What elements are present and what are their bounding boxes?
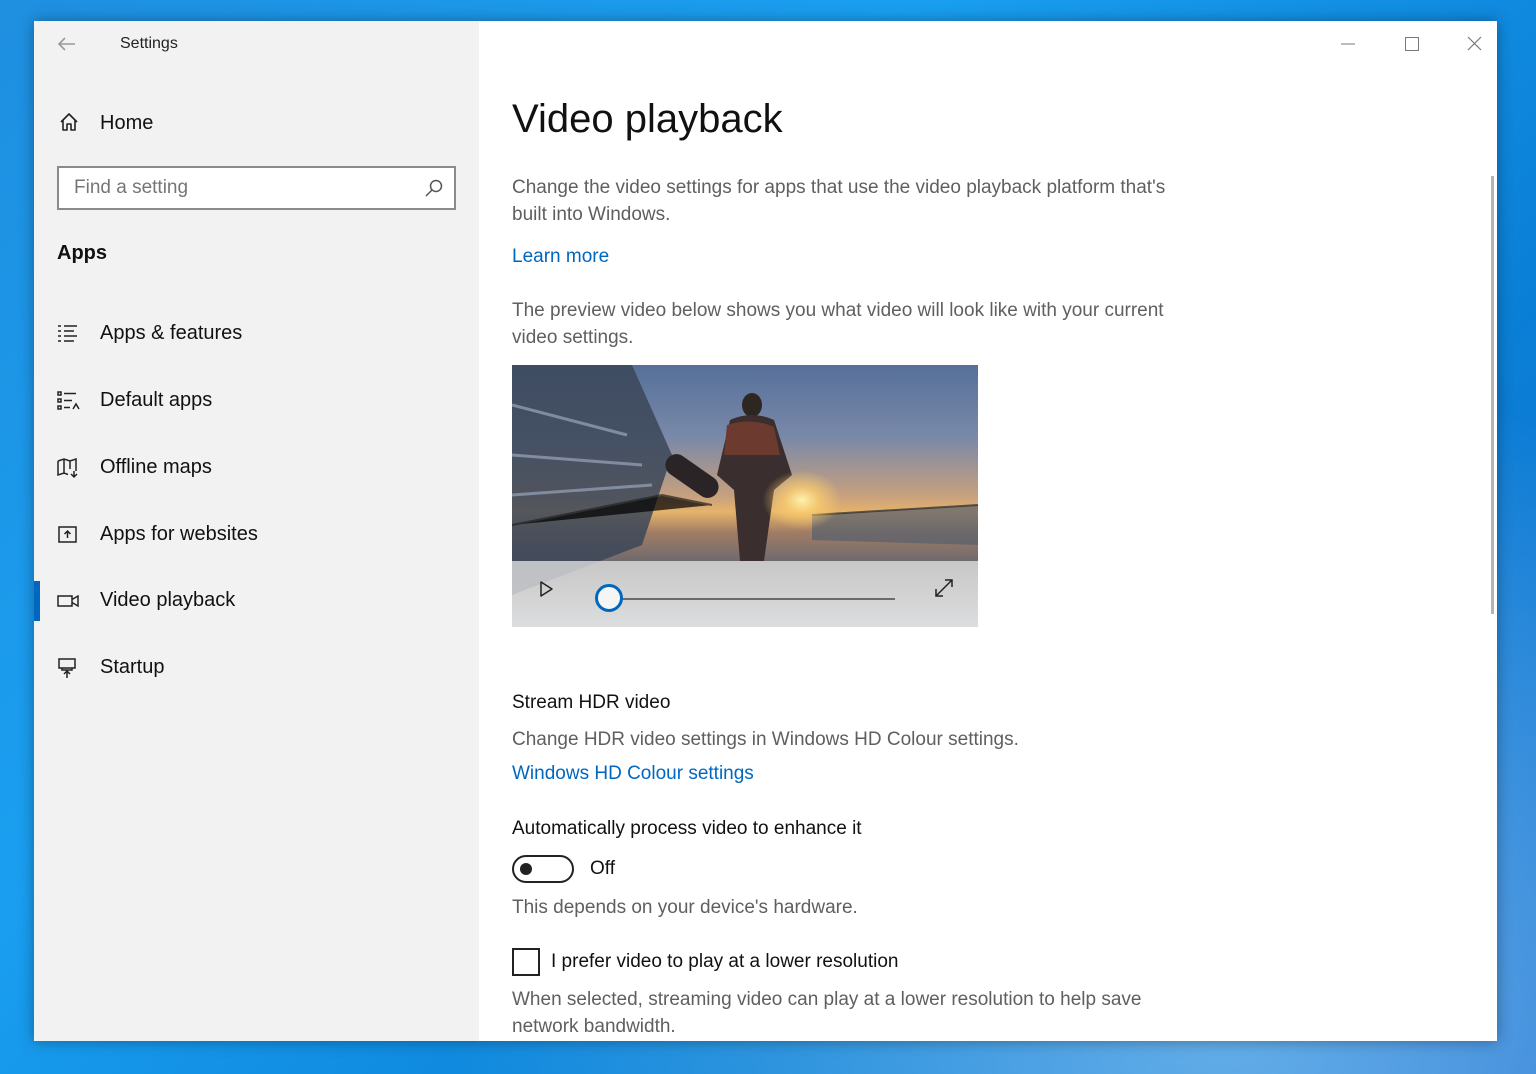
video-icon [56,590,80,612]
sidebar-item-default-apps[interactable]: Default apps [34,373,479,429]
settings-window: Settings Home Apps Apps & features Defa [34,21,1497,1041]
open-in-app-icon [56,524,80,546]
search-input[interactable] [59,168,424,208]
page-title: Video playback [512,97,783,141]
sidebar-item-label: Offline maps [100,456,212,478]
sidebar-item-label: Apps for websites [100,523,258,545]
scrollbar[interactable] [1491,176,1494,614]
sidebar: Settings Home Apps Apps & features Defa [34,21,479,1041]
content-pane: Video playback Change the video settings… [479,21,1497,1041]
hd-colour-settings-link[interactable]: Windows HD Colour settings [512,763,754,785]
sun-glare [762,470,842,530]
sidebar-item-label: Default apps [100,389,213,411]
lower-resolution-description: When selected, streaming video can play … [512,989,1142,1037]
seek-thumb[interactable] [595,584,623,612]
maximize-button[interactable] [1388,31,1434,57]
play-icon[interactable] [536,579,556,599]
hdr-heading: Stream HDR video [512,692,671,713]
sidebar-item-video-playback[interactable]: Video playback [34,573,479,629]
sidebar-item-label: Apps & features [100,322,243,344]
sidebar-item-apps-features[interactable]: Apps & features [34,306,479,362]
lower-resolution-label[interactable]: I prefer video to play at a lower resolu… [551,951,898,973]
seek-bar[interactable] [609,598,895,600]
sidebar-item-offline-maps[interactable]: Offline maps [34,440,479,496]
sidebar-item-startup[interactable]: Startup [34,640,479,696]
learn-more-link[interactable]: Learn more [512,246,609,268]
enhance-toggle-state: Off [590,858,615,879]
sidebar-section-title: Apps [57,242,107,264]
lower-resolution-checkbox[interactable] [512,948,540,976]
hdr-description: Change HDR video settings in Windows HD … [512,729,1019,750]
sidebar-item-label: Startup [100,656,165,678]
back-arrow-icon[interactable] [56,33,78,55]
toggle-knob [520,863,532,875]
window-title: Settings [120,35,178,52]
sidebar-item-apps-for-websites[interactable]: Apps for websites [34,507,479,563]
enhance-note: This depends on your device's hardware. [512,897,858,918]
minimize-button[interactable] [1325,31,1371,57]
enhance-heading: Automatically process video to enhance i… [512,818,862,839]
home-icon [58,111,80,133]
close-button[interactable] [1451,31,1497,57]
sidebar-item-label: Video playback [100,589,236,611]
fullscreen-icon[interactable] [932,576,956,600]
video-controls [512,561,978,627]
intro-text: Change the video settings for apps that … [512,177,1166,225]
default-apps-icon [56,390,80,412]
list-icon [56,323,80,345]
home-label: Home [100,112,154,134]
search-box[interactable] [57,166,456,210]
preview-description: The preview video below shows you what v… [512,300,1164,348]
startup-icon [56,657,80,679]
preview-video[interactable] [512,365,978,627]
enhance-toggle[interactable] [512,855,574,883]
search-icon[interactable] [424,178,444,198]
map-icon [56,457,80,479]
sidebar-item-home[interactable]: Home [34,101,479,147]
